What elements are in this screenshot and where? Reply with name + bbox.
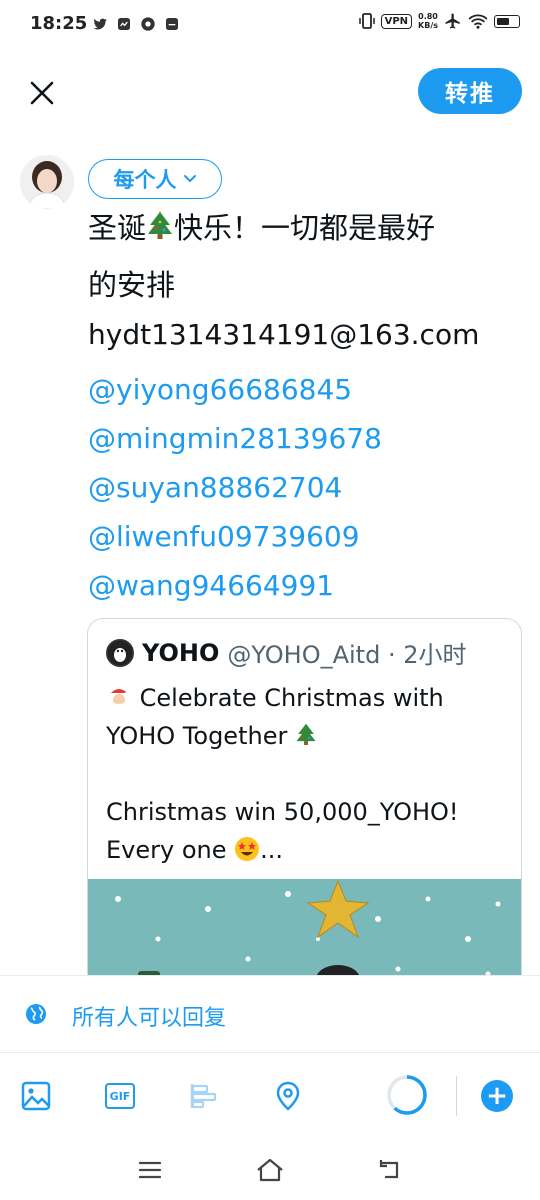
retweet-button[interactable]: 转推: [418, 68, 522, 114]
back-icon: [379, 1160, 399, 1179]
battery-icon: [494, 14, 520, 28]
audience-label: 每个人: [113, 168, 177, 192]
twitter-icon: [93, 18, 107, 30]
quoted-text-ellipsis: ...: [260, 836, 284, 864]
add-gif-button[interactable]: GIF: [102, 1078, 138, 1114]
avatar[interactable]: [20, 155, 74, 209]
reply-setting-bar[interactable]: 所有人可以回复: [0, 975, 540, 1053]
menu-icon: [138, 1161, 162, 1179]
mention-link[interactable]: @suyan88862704: [88, 463, 382, 512]
poll-icon: [190, 1084, 217, 1109]
system-nav-bar: [0, 1140, 540, 1200]
mention-link[interactable]: @wang94664991: [88, 561, 382, 610]
message-icon: [166, 18, 178, 30]
christmas-tree-icon: [296, 723, 316, 745]
mention-link[interactable]: @yiyong66686845: [88, 365, 382, 414]
mention-link[interactable]: @liwenfu09739609: [88, 512, 382, 561]
back-nav-button[interactable]: [374, 1154, 406, 1186]
character-count-ring: [387, 1075, 427, 1115]
add-image-button[interactable]: [18, 1078, 54, 1114]
add-tweet-button[interactable]: +: [481, 1080, 513, 1112]
quoted-text-line: Every one: [106, 836, 227, 864]
chevron-down-icon: [183, 175, 196, 183]
airplane-icon: [445, 13, 460, 29]
vibrate-icon: [358, 13, 375, 29]
santa-icon: [110, 689, 131, 707]
wifi-icon: [468, 14, 488, 29]
compose-toolbar: GIF +: [0, 1054, 540, 1140]
mention-link[interactable]: @mingmin28139678: [88, 414, 382, 463]
quoted-handle-time: @YOHO_Aitd · 2小时: [227, 641, 467, 669]
quoted-avatar: [106, 638, 134, 667]
close-icon: [30, 81, 54, 105]
status-time: 18:25: [30, 13, 88, 34]
tweet-text[interactable]: 圣诞 快乐！一切都是最好 的安排: [88, 200, 518, 314]
quoted-text-line: Celebrate Christmas with: [139, 684, 444, 712]
home-icon: [257, 1158, 283, 1182]
close-button[interactable]: [22, 73, 62, 113]
notification-icons: [92, 16, 180, 32]
quoted-text-line: YOHO Together: [106, 722, 288, 750]
quoted-tweet-header: YOHO @YOHO_Aitd · 2小时: [106, 635, 466, 670]
christmas-tree-icon: [148, 210, 173, 239]
add-location-button[interactable]: [270, 1078, 306, 1114]
star-struck-emoji-icon: [235, 837, 260, 861]
gif-icon: GIF: [105, 1083, 135, 1109]
reply-setting-label: 所有人可以回复: [72, 1006, 227, 1031]
globe-icon: [26, 1004, 46, 1024]
image-icon: [21, 1081, 51, 1111]
home-nav-button[interactable]: [254, 1154, 286, 1186]
menu-nav-button[interactable]: [134, 1154, 166, 1186]
tweet-text-part: 快乐！一切都是最好: [174, 211, 436, 245]
tweet-text-part: 圣诞: [88, 211, 147, 245]
net-speed: 0.80 KB/s: [418, 12, 438, 30]
status-right: VPN 0.80 KB/s: [358, 12, 520, 30]
quoted-text-line: Christmas win 50,000_YOHO!: [106, 798, 459, 826]
tweet-text-line: 的安排: [88, 268, 176, 302]
toolbar-divider: [456, 1076, 457, 1116]
circle-app-icon: [141, 17, 155, 31]
quoted-tweet-body: Celebrate Christmas with YOHO Together C…: [106, 679, 516, 869]
location-pin-icon: [276, 1081, 300, 1111]
status-bar: 18:25 VPN 0.80 KB/s: [0, 0, 540, 50]
quoted-name: YOHO: [142, 638, 220, 667]
tweet-email: hydt1314314191@163.com: [88, 318, 480, 351]
vpn-badge: VPN: [380, 13, 413, 29]
add-poll-button[interactable]: [186, 1078, 222, 1114]
audience-selector[interactable]: 每个人: [88, 159, 222, 199]
mention-list: @yiyong66686845 @mingmin28139678 @suyan8…: [88, 365, 382, 610]
app-icon: [118, 18, 130, 30]
